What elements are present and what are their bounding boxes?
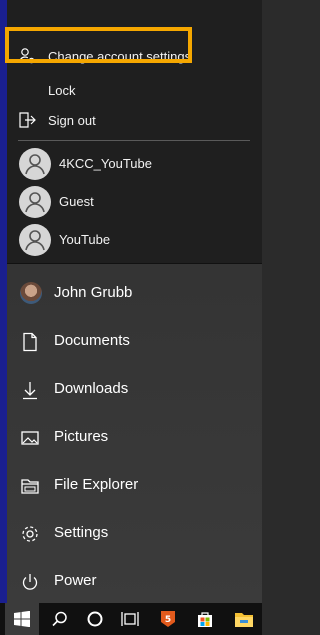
flyout-divider xyxy=(18,140,250,141)
menu-item-label: Pictures xyxy=(54,428,109,445)
store-icon[interactable] xyxy=(187,603,223,635)
menu-item-label: Documents xyxy=(54,332,130,349)
user-avatar xyxy=(19,224,51,256)
menu-item-settings[interactable]: Settings xyxy=(7,514,262,554)
profile-avatar xyxy=(20,282,42,304)
menu-item-user[interactable]: John Grubb xyxy=(7,274,262,314)
user-label: Guest xyxy=(59,194,94,209)
menu-item-file-explorer[interactable]: File Explorer xyxy=(7,466,262,506)
windows-start-icon[interactable] xyxy=(5,603,39,635)
sign-out-item[interactable]: Sign out xyxy=(7,105,262,135)
highlight-box xyxy=(5,27,192,63)
menu-item-label: Downloads xyxy=(54,380,129,397)
menu-item-label: Settings xyxy=(54,524,109,541)
lock-icon xyxy=(18,81,36,99)
user-item-4kcc[interactable]: 4KCC_YouTube xyxy=(7,146,262,182)
folder-icon xyxy=(20,476,40,496)
menu-item-label: Power xyxy=(54,572,97,589)
document-icon xyxy=(20,332,40,352)
menu-item-downloads[interactable]: Downloads xyxy=(7,370,262,410)
user-item-youtube[interactable]: YouTube xyxy=(7,222,262,258)
sign-out-icon xyxy=(18,111,36,129)
download-icon xyxy=(20,380,40,400)
power-icon xyxy=(20,572,40,592)
cortana-icon[interactable] xyxy=(77,603,113,635)
flyout-item-label: Sign out xyxy=(48,112,96,128)
menu-item-label: File Explorer xyxy=(54,476,139,493)
user-item-guest[interactable]: Guest xyxy=(7,184,262,220)
search-icon[interactable] xyxy=(42,603,78,635)
menu-item-power[interactable]: Power xyxy=(7,562,262,602)
gear-icon xyxy=(20,524,40,544)
flyout-item-label: Lock xyxy=(48,82,76,98)
menu-item-documents[interactable]: Documents xyxy=(7,322,262,362)
task-view-icon[interactable] xyxy=(112,603,148,635)
user-label: 4KCC_YouTube xyxy=(59,156,152,171)
pictures-icon xyxy=(20,428,40,448)
desktop-edge xyxy=(0,0,7,603)
user-label: YouTube xyxy=(59,232,111,247)
svg-text:5: 5 xyxy=(165,615,171,625)
taskbar: 5 xyxy=(0,603,262,635)
lock-item[interactable]: Lock xyxy=(7,75,262,105)
user-avatar xyxy=(19,186,51,218)
user-avatar xyxy=(19,148,51,180)
app-icon[interactable]: 5 xyxy=(150,603,186,635)
menu-user-label: John Grubb xyxy=(54,284,133,301)
menu-item-pictures[interactable]: Pictures xyxy=(7,418,262,458)
file-explorer-icon[interactable] xyxy=(226,603,262,635)
